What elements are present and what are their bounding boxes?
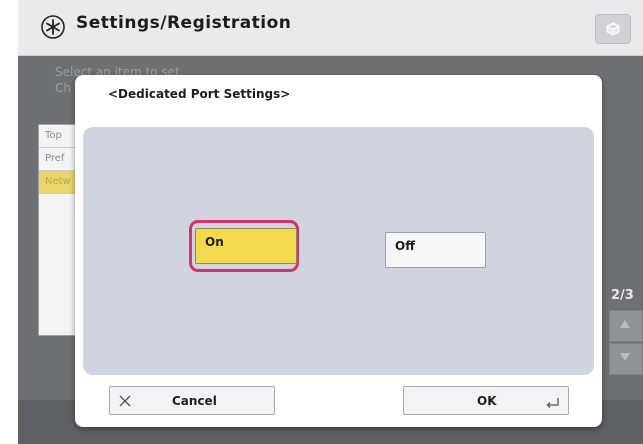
cancel-button[interactable]: Cancel (109, 386, 275, 415)
list-item: Pref (39, 148, 79, 171)
scroll-up-button[interactable] (609, 310, 643, 342)
ok-label: OK (477, 394, 497, 408)
background-list: Top Pref Netw (38, 124, 80, 336)
ok-button[interactable]: OK (403, 386, 569, 415)
off-button[interactable]: Off (385, 232, 486, 268)
options-panel (83, 127, 594, 375)
page-indicator: 2/3 (611, 288, 634, 303)
on-button[interactable]: On (195, 228, 297, 264)
cube-icon (606, 21, 620, 36)
cancel-label: Cancel (172, 394, 217, 408)
settings-asterisk-icon (41, 15, 65, 39)
list-item-selected: Netw (39, 171, 79, 194)
triangle-up-icon (620, 320, 630, 328)
close-icon (119, 395, 131, 407)
enter-icon (546, 398, 559, 408)
corner-button[interactable] (595, 14, 631, 44)
list-item: Top (39, 125, 79, 148)
page-title: Settings/Registration (76, 13, 292, 33)
dedicated-port-dialog: <Dedicated Port Settings> (75, 75, 602, 427)
scroll-down-button[interactable] (609, 343, 643, 375)
dialog-title: <Dedicated Port Settings> (108, 87, 291, 101)
triangle-down-icon (620, 353, 630, 361)
header-bar: Settings/Registration (18, 0, 643, 56)
